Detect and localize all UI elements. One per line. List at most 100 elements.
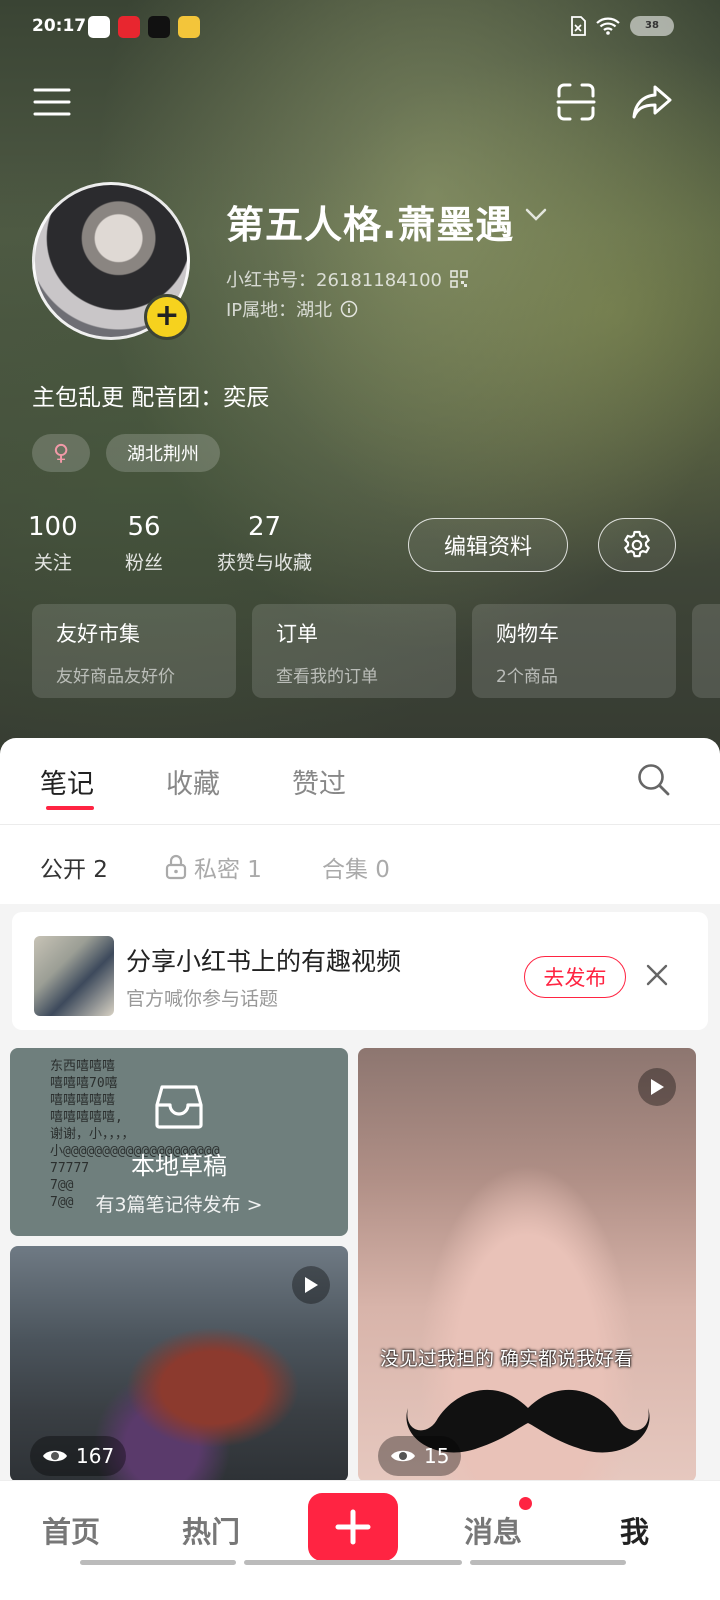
share-icon	[632, 85, 672, 119]
promo-title: 分享小红书上的有趣视频	[126, 947, 402, 976]
gear-icon	[624, 530, 650, 558]
nav-me[interactable]: 我	[620, 1509, 649, 1551]
stat-value: 100	[28, 512, 78, 542]
stat-likes-collections[interactable]: 27 获赞与收藏	[217, 512, 312, 575]
local-drafts-card[interactable]: 东西嘻嘻嘻 嘻嘻嘻70嘻 嘻嘻嘻嘻嘻 嘻嘻嘻嘻嘻, 谢谢，小，，，， 小@@@@…	[10, 1048, 348, 1236]
red-id: 小红书号：26181184100	[226, 270, 442, 291]
notification-dot	[519, 1497, 532, 1510]
tab-notes[interactable]: 笔记	[40, 762, 94, 801]
hamburger-icon	[33, 88, 71, 116]
gesture-bar	[244, 1560, 462, 1565]
stat-followers[interactable]: 56 粉丝	[125, 512, 163, 575]
chevron-down-icon[interactable]	[524, 206, 548, 222]
close-icon[interactable]	[644, 962, 670, 988]
wifi-icon	[596, 17, 620, 35]
play-icon	[651, 1079, 664, 1095]
subtab-public-label: 公开 2	[40, 857, 108, 883]
info-icon	[340, 300, 358, 318]
stat-label: 粉丝	[125, 552, 164, 574]
status-bar: 20:17 38	[0, 0, 720, 56]
stat-value: 56	[127, 512, 161, 542]
edit-profile-button[interactable]: 编辑资料	[408, 518, 568, 572]
sim-icon	[571, 16, 586, 36]
note-card[interactable]: 167	[10, 1246, 348, 1482]
card-orders[interactable]: 订单 查看我的订单	[252, 604, 456, 698]
divider	[0, 824, 720, 825]
publish-button[interactable]: 去发布	[524, 956, 626, 998]
view-count-value: 167	[76, 1444, 115, 1468]
eye-icon	[43, 1450, 67, 1462]
tab-liked[interactable]: 赞过	[292, 762, 346, 801]
stat-value: 27	[247, 512, 282, 542]
battery-indicator: 38	[630, 16, 674, 36]
status-time: 20:17	[32, 16, 87, 36]
qr-code-icon	[450, 270, 468, 288]
female-icon: ♀	[52, 440, 70, 466]
scan-icon	[556, 83, 596, 121]
video-badge	[638, 1068, 676, 1106]
subtab-albums-label: 合集 0	[322, 857, 390, 883]
status-right: 38	[570, 16, 674, 36]
subtab-private[interactable]: 私密 1	[164, 850, 262, 884]
location-tag: 湖北荆州	[106, 434, 220, 472]
red-id-row[interactable]: 小红书号：26181184100	[226, 266, 468, 292]
nav-home[interactable]: 首页	[42, 1509, 100, 1551]
ip-location: IP属地：湖北	[226, 300, 333, 321]
card-more-peek[interactable]	[692, 604, 720, 698]
subtab-public[interactable]: 公开 2	[40, 850, 108, 884]
stat-label: 获赞与收藏	[217, 552, 313, 574]
app-notification-icon	[148, 16, 170, 38]
app-notification-icon	[118, 16, 140, 38]
subtab-albums[interactable]: 合集 0	[322, 850, 390, 884]
view-count: 15	[378, 1436, 462, 1476]
nickname: 第五人格.萧墨遇	[226, 203, 515, 247]
tab-collections[interactable]: 收藏	[166, 762, 220, 801]
card-subtitle: 2个商品	[496, 667, 558, 687]
status-notification-icons	[88, 16, 200, 38]
eye-icon	[391, 1450, 415, 1462]
drafts-subtitle: 有3篇笔记待发布 >	[95, 1194, 263, 1216]
menu-button[interactable]	[28, 78, 76, 126]
drafts-title: 本地草稿	[131, 1152, 227, 1180]
card-title: 订单	[276, 622, 318, 646]
location-tag-label: 湖北荆州	[127, 444, 199, 465]
promo-thumbnail	[34, 936, 114, 1016]
avatar-add-button[interactable]: +	[144, 294, 190, 340]
drafts-background-text: 东西嘻嘻嘻 嘻嘻嘻70嘻 嘻嘻嘻嘻嘻 嘻嘻嘻嘻嘻, 谢谢，小，，，， 小@@@@…	[50, 1059, 220, 1210]
promo-banner[interactable]: 分享小红书上的有趣视频 官方喊你参与话题 去发布	[12, 912, 708, 1030]
video-badge	[292, 1266, 330, 1304]
view-count-value: 15	[424, 1444, 450, 1468]
gesture-bar	[470, 1560, 626, 1565]
gender-tag: ♀	[32, 434, 90, 472]
nav-messages[interactable]: 消息	[464, 1509, 522, 1551]
notes-panel: 笔记 收藏 赞过 公开 2 私密 1 合集 0 分享小红书上的有趣视频 官方喊你…	[0, 738, 720, 1504]
video-caption: 没见过我担的 确实都说我好看	[380, 1348, 634, 1370]
nav-hot[interactable]: 热门	[182, 1509, 240, 1551]
share-button[interactable]	[628, 78, 676, 126]
stat-following[interactable]: 100 关注	[28, 512, 78, 575]
bio: 主包乱更 配音团：奕辰	[32, 385, 270, 411]
plus-icon	[335, 1509, 371, 1545]
card-friendly-market[interactable]: 友好市集 友好商品友好价	[32, 604, 236, 698]
gesture-bar	[80, 1560, 236, 1565]
tab-active-indicator	[46, 806, 94, 810]
search-icon[interactable]	[636, 762, 672, 798]
ip-location-row[interactable]: IP属地：湖北	[226, 296, 358, 322]
note-card[interactable]: 没见过我担的 确实都说我好看 15	[358, 1048, 696, 1482]
card-title: 友好市集	[56, 622, 140, 646]
play-icon	[305, 1277, 318, 1293]
inbox-icon	[155, 1085, 203, 1129]
promo-subtitle: 官方喊你参与话题	[126, 988, 279, 1010]
card-cart[interactable]: 购物车 2个商品	[472, 604, 676, 698]
card-subtitle: 友好商品友好价	[56, 667, 175, 687]
create-post-button[interactable]	[308, 1493, 398, 1561]
profile-header: 20:17 38 + 第五人格.萧墨遇 小红书号：26181184100 IP属…	[0, 0, 720, 780]
card-subtitle: 查看我的订单	[276, 667, 378, 687]
lock-icon	[165, 854, 187, 880]
weibo-icon	[178, 16, 200, 38]
app-notification-icon	[88, 16, 110, 38]
scan-button[interactable]	[552, 78, 600, 126]
subtab-private-label: 私密 1	[194, 857, 262, 883]
bottom-nav: 首页 热门 消息 我	[0, 1480, 720, 1600]
settings-button[interactable]	[598, 518, 676, 572]
